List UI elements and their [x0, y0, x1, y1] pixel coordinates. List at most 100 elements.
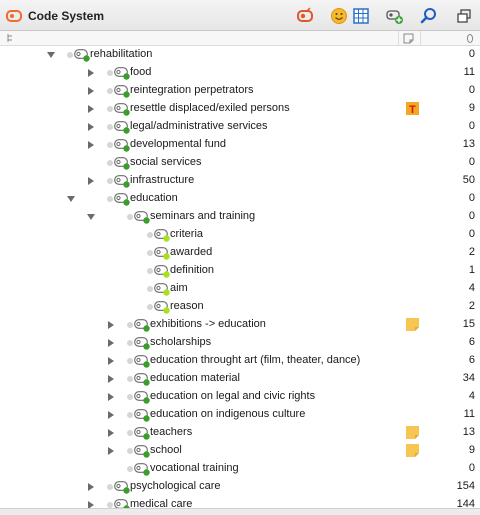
collapse-arrow-icon[interactable] [87, 214, 95, 220]
code-row[interactable]: social services 0 [0, 154, 480, 172]
expand-arrow-icon[interactable] [88, 141, 94, 149]
search-icon[interactable] [420, 7, 438, 25]
code-row[interactable]: scholarships 6 [0, 334, 480, 352]
activation-dot[interactable] [147, 232, 153, 238]
activation-dot[interactable] [127, 430, 133, 436]
expand-arrow-icon[interactable] [108, 447, 114, 455]
code-row[interactable]: teachers 13 [0, 424, 480, 442]
memo-icon[interactable] [406, 444, 419, 457]
code-row[interactable]: aim 4 [0, 280, 480, 298]
expand-arrow-icon[interactable] [88, 123, 94, 131]
coded-segments-count: 0 [468, 84, 475, 96]
expand-arrow-icon[interactable] [108, 321, 114, 329]
coded-segments-count: 11 [463, 408, 475, 420]
new-code-icon[interactable] [386, 7, 404, 25]
activation-dot[interactable] [127, 358, 133, 364]
code-system-titlebar: Code System [0, 0, 480, 31]
collapse-arrow-icon[interactable] [47, 52, 55, 58]
coded-segments-count: 2 [468, 246, 475, 258]
code-row[interactable]: definition 1 [0, 262, 480, 280]
activation-dot[interactable] [127, 214, 133, 220]
activation-dot[interactable] [107, 70, 113, 76]
emoticon-icon[interactable] [330, 7, 348, 25]
code-label: seminars and training [150, 210, 256, 222]
expand-arrow-icon[interactable] [108, 411, 114, 419]
column-header [0, 31, 480, 46]
code-row[interactable]: education material 34 [0, 370, 480, 388]
expand-arrow-icon[interactable] [108, 339, 114, 347]
code-label: psychological care [130, 480, 221, 492]
expand-arrow-icon[interactable] [88, 69, 94, 77]
memo-column-icon[interactable] [403, 33, 414, 47]
activation-dot[interactable] [147, 286, 153, 292]
expand-arrow-icon[interactable] [108, 357, 114, 365]
collapse-all-icon[interactable] [6, 33, 16, 46]
code-row[interactable]: developmental fund 13 [0, 136, 480, 154]
code-row[interactable]: vocational training 0 [0, 460, 480, 478]
code-row[interactable]: psychological care 154 [0, 478, 480, 496]
activation-dot[interactable] [127, 376, 133, 382]
coded-segments-count: 0 [468, 462, 475, 474]
expand-arrow-icon[interactable] [108, 393, 114, 401]
code-label: scholarships [150, 336, 212, 348]
code-row[interactable]: education on legal and civic rights 4 [0, 388, 480, 406]
code-row[interactable]: legal/administrative services 0 [0, 118, 480, 136]
coded-segments-count: 1 [468, 264, 475, 276]
code-row[interactable]: food 11 [0, 64, 480, 82]
code-label: exhibitions -> education [150, 318, 266, 330]
code-row[interactable]: infrastructure 50 [0, 172, 480, 190]
activation-dot[interactable] [127, 394, 133, 400]
activation-dot[interactable] [107, 196, 113, 202]
activation-dot[interactable] [107, 106, 113, 112]
code-label: criteria [170, 228, 204, 240]
activation-dot[interactable] [147, 304, 153, 310]
code-row[interactable]: school 9 [0, 442, 480, 460]
code-row[interactable]: awarded 2 [0, 244, 480, 262]
code-row[interactable]: criteria 0 [0, 226, 480, 244]
code-label: education throught art (film, theater, d… [150, 354, 361, 366]
code-row[interactable]: resettle displaced/exiled persons T 9 [0, 100, 480, 118]
code-row[interactable]: reason 2 [0, 298, 480, 316]
activate-codes-icon[interactable] [296, 7, 314, 25]
text-memo-icon[interactable]: T [406, 102, 419, 116]
code-row[interactable]: rehabilitation 0 [0, 46, 480, 64]
code-label: aim [170, 282, 188, 294]
coded-segments-count: 13 [462, 138, 475, 150]
code-row[interactable]: education 0 [0, 190, 480, 208]
collapse-arrow-icon[interactable] [67, 196, 75, 202]
expand-arrow-icon[interactable] [108, 429, 114, 437]
code-matrix-icon[interactable] [352, 7, 370, 25]
memo-icon[interactable] [406, 318, 419, 331]
code-row[interactable]: exhibitions -> education 15 [0, 316, 480, 334]
activation-dot[interactable] [127, 466, 133, 472]
undock-window-icon[interactable] [455, 7, 473, 25]
expand-arrow-icon[interactable] [88, 483, 94, 491]
expand-arrow-icon[interactable] [88, 87, 94, 95]
activation-dot[interactable] [107, 160, 113, 166]
code-row[interactable]: seminars and training 0 [0, 208, 480, 226]
activation-dot[interactable] [147, 268, 153, 274]
activation-dot[interactable] [127, 340, 133, 346]
code-row[interactable]: education on indigenous culture 11 [0, 406, 480, 424]
activation-dot[interactable] [147, 250, 153, 256]
expand-arrow-icon[interactable] [88, 105, 94, 113]
coded-segments-count: 6 [468, 336, 475, 348]
activation-dot[interactable] [107, 142, 113, 148]
coded-segments-count-icon[interactable] [466, 33, 474, 47]
coded-segments-count: 11 [463, 66, 475, 78]
activation-dot[interactable] [67, 52, 73, 58]
activation-dot[interactable] [127, 412, 133, 418]
code-row[interactable]: education throught art (film, theater, d… [0, 352, 480, 370]
memo-icon[interactable] [406, 426, 419, 439]
activation-dot[interactable] [127, 448, 133, 454]
activation-dot[interactable] [107, 124, 113, 130]
expand-arrow-icon[interactable] [108, 375, 114, 383]
expand-arrow-icon[interactable] [88, 177, 94, 185]
activation-dot[interactable] [127, 322, 133, 328]
activation-dot[interactable] [107, 484, 113, 490]
code-label: school [150, 444, 182, 456]
activation-dot[interactable] [107, 178, 113, 184]
code-label: reintegration perpetrators [130, 84, 254, 96]
code-row[interactable]: reintegration perpetrators 0 [0, 82, 480, 100]
activation-dot[interactable] [107, 88, 113, 94]
